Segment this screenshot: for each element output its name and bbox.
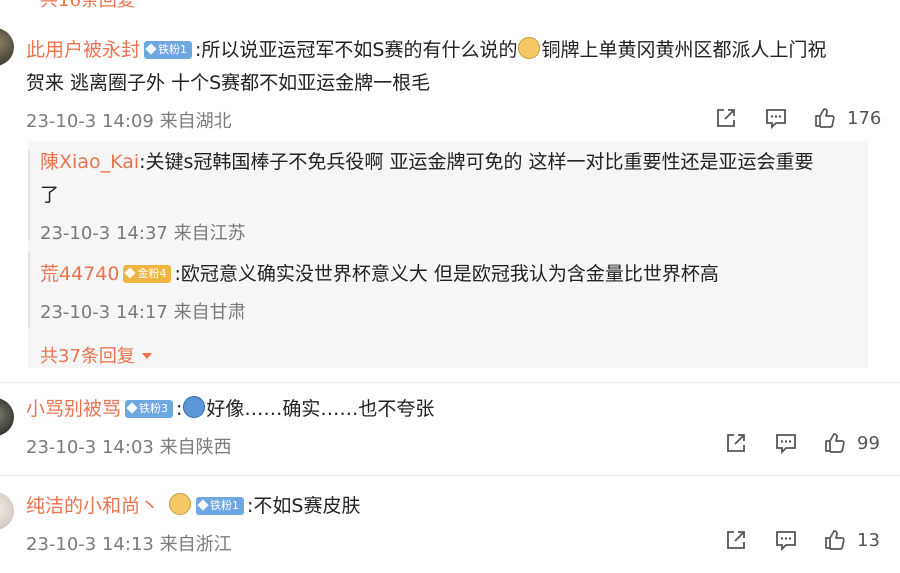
- bear-emoji-icon: [169, 493, 192, 515]
- reply-text: :关键s冠韩国棒子不免兵役啊 亚运金牌可免的 这样一对比重要性还是亚运会重要: [139, 151, 814, 173]
- caret-down-icon: [141, 353, 152, 359]
- reply-indicator: [28, 150, 30, 240]
- more-replies-link[interactable]: 共37条回复: [40, 342, 153, 368]
- share-icon: [727, 434, 745, 452]
- comment-button[interactable]: [774, 431, 798, 455]
- username[interactable]: 小骂别被骂: [26, 398, 121, 420]
- comment-button[interactable]: [774, 528, 798, 552]
- reply-meta: 23-10-3 14:37 来自江苏: [40, 223, 246, 244]
- reply-username[interactable]: 荒44740: [40, 263, 119, 285]
- like-button[interactable]: 13: [823, 528, 880, 552]
- like-button[interactable]: 99: [823, 431, 880, 455]
- like-button[interactable]: 176: [813, 106, 881, 130]
- comment-button[interactable]: [764, 106, 788, 130]
- comment-text: :所以说亚运冠军不如S赛的有什么说的: [195, 39, 518, 61]
- share-button[interactable]: [724, 431, 748, 455]
- thumbs-up-icon: [825, 433, 845, 453]
- comment-2: 小骂别被骂 铁粉3: 好像……确实……也不夸张: [26, 396, 435, 420]
- diamond-icon: [145, 43, 157, 55]
- fan-badge[interactable]: 铁粉3: [125, 400, 174, 418]
- thumbs-up-icon: [815, 108, 835, 128]
- divider: [0, 475, 900, 476]
- comment-text-cont: 铜牌上单黄冈黄州区都派人上门祝: [541, 39, 827, 61]
- diamond-icon: [124, 267, 137, 279]
- like-count: 176: [847, 107, 882, 129]
- username[interactable]: 此用户被永封: [26, 39, 140, 61]
- face-emoji-icon: [183, 396, 206, 418]
- reply-2: 荒44740 金粉4:欧冠意义确实没世界杯意义大 但是欧冠我认为含金量比世界杯高: [40, 258, 870, 291]
- reply-1: 陳Xiao_Kai:关键s冠韩国棒子不免兵役啊 亚运金牌可免的 这样一对比重要性…: [40, 146, 870, 212]
- reply-username[interactable]: 陳Xiao_Kai: [40, 151, 139, 173]
- reply-indicator: [28, 252, 30, 328]
- thumbs-up-icon: [825, 530, 845, 550]
- comment-text: :不如S赛皮肤: [247, 495, 361, 517]
- comment-3: 纯洁的小和尚丶 铁粉1:不如S赛皮肤: [26, 490, 886, 523]
- reply-meta: 23-10-3 14:17 来自甘肃: [40, 302, 246, 323]
- share-button[interactable]: [724, 528, 748, 552]
- avatar[interactable]: [0, 492, 14, 530]
- comment-icon: [776, 531, 796, 552]
- comment-1: 此用户被永封 铁粉1:所以说亚运冠军不如S赛的有什么说的 铜牌上单黄冈黄州区都派人上…: [26, 34, 886, 100]
- reply-text-line2: 了: [40, 184, 60, 206]
- like-count: 13: [857, 529, 880, 551]
- fan-badge[interactable]: 铁粉1: [196, 497, 245, 515]
- fan-badge[interactable]: 金粉4: [123, 265, 172, 283]
- comment-text-line2: 贺来 逃离圈子外 十个S赛都不如亚运金牌一根毛: [26, 72, 431, 94]
- comment-1-body: 此用户被永封 铁粉1:所以说亚运冠军不如S赛的有什么说的 铜牌上单黄冈黄州区都派人上…: [26, 34, 886, 100]
- diamond-icon: [197, 499, 209, 511]
- comment-text: 好像……确实……也不夸张: [206, 398, 435, 420]
- fan-badge[interactable]: 铁粉1: [144, 41, 193, 59]
- avatar[interactable]: [0, 28, 14, 66]
- username[interactable]: 纯洁的小和尚丶: [26, 495, 159, 517]
- like-count: 99: [857, 432, 880, 454]
- comment-icon: [776, 434, 796, 455]
- comment-meta: 23-10-3 14:09 来自湖北: [26, 111, 232, 132]
- comment-meta: 23-10-3 14:13 来自浙江: [26, 534, 232, 555]
- reply-text: :欧冠意义确实没世界杯意义大 但是欧冠我认为含金量比世界杯高: [174, 263, 719, 285]
- share-icon: [717, 109, 735, 127]
- comment-meta: 23-10-3 14:03 来自陕西: [26, 437, 232, 458]
- divider: [0, 382, 900, 383]
- share-icon: [727, 531, 745, 549]
- avatar[interactable]: [0, 398, 14, 436]
- share-button[interactable]: [714, 106, 738, 130]
- dog-emoji-icon: [518, 37, 541, 59]
- comment-icon: [766, 109, 786, 130]
- diamond-icon: [126, 402, 138, 414]
- more-replies-link-top[interactable]: 共16条回复: [40, 0, 135, 12]
